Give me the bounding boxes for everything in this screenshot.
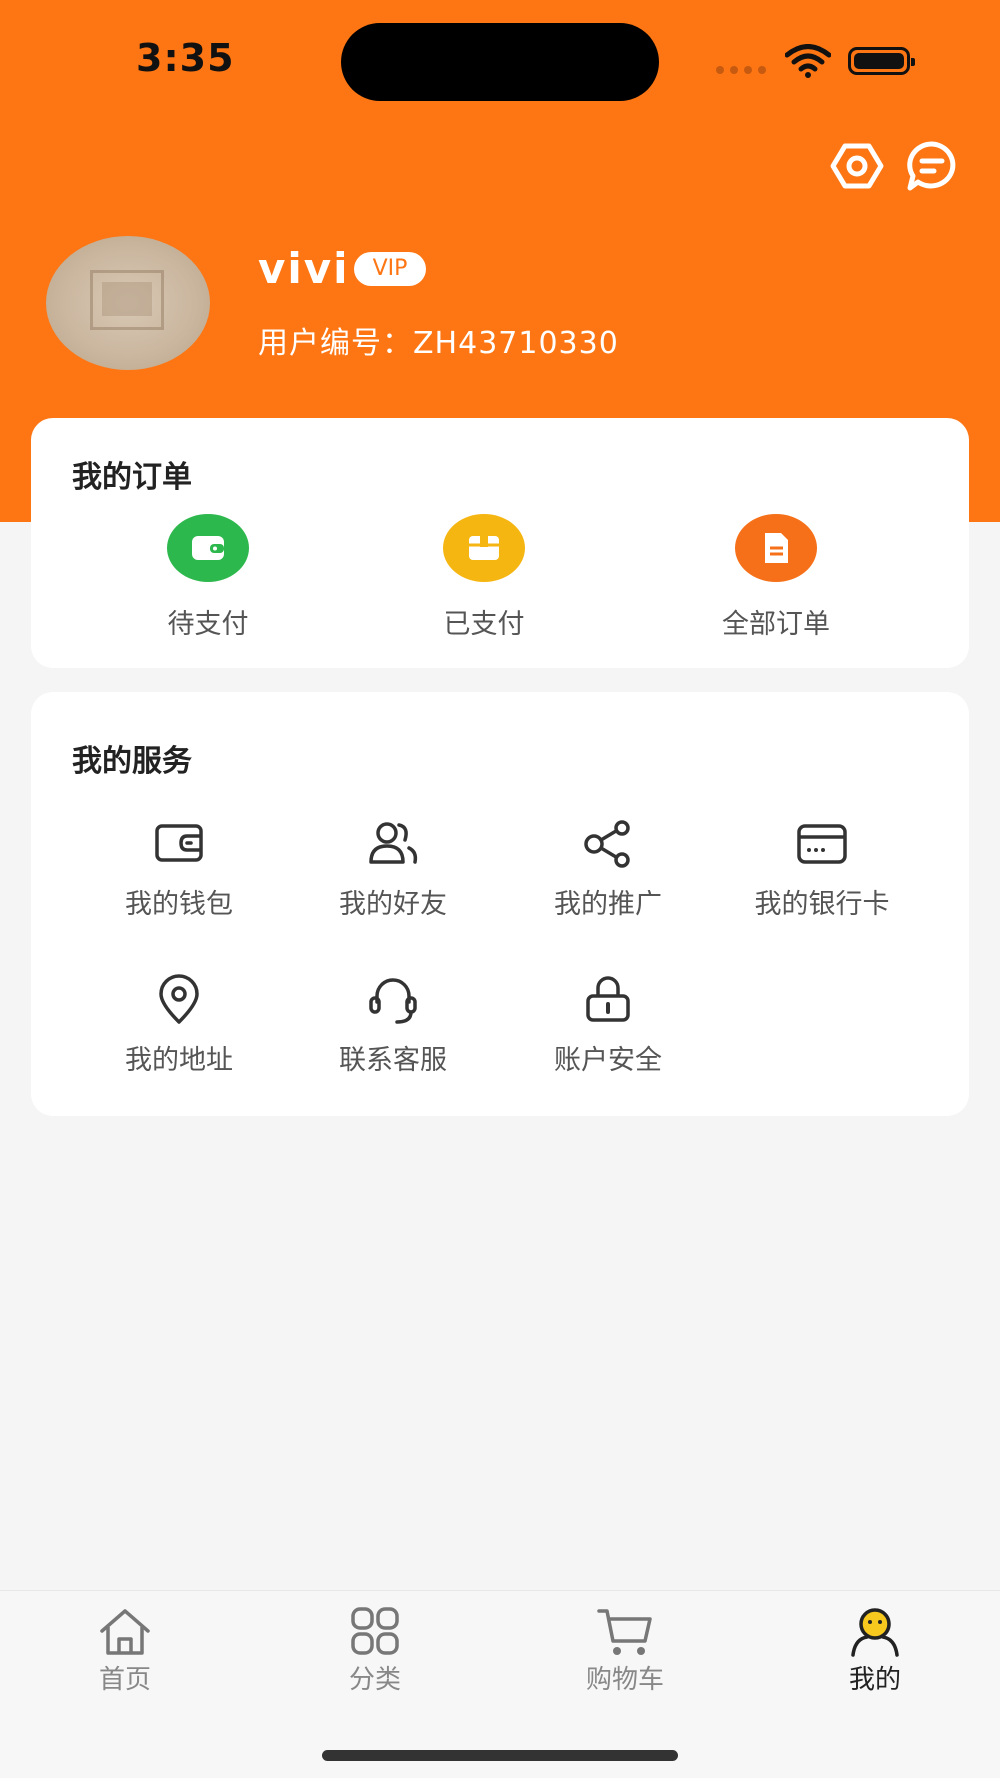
order-label: 全部订单 [722, 609, 830, 640]
service-label: 我的地址 [125, 1045, 233, 1076]
wallet-icon [167, 514, 249, 582]
wallet-icon [151, 816, 207, 872]
category-icon [351, 1607, 399, 1655]
message-icon[interactable] [904, 138, 960, 194]
order-pending-payment[interactable]: 待支付 [128, 514, 288, 641]
service-label: 我的推广 [554, 889, 662, 920]
headset-icon [365, 972, 421, 1028]
share-icon [580, 816, 636, 872]
orders-title: 我的订单 [72, 460, 192, 495]
order-label: 待支付 [167, 609, 249, 640]
services-title: 我的服务 [72, 744, 192, 779]
service-label: 我的钱包 [125, 889, 233, 920]
service-account-security[interactable]: 账户安全 [518, 972, 698, 1077]
document-icon [735, 514, 817, 582]
home-icon [100, 1609, 150, 1655]
service-label: 我的银行卡 [754, 889, 890, 920]
signal-icon [716, 66, 766, 74]
settings-icon[interactable] [829, 138, 885, 194]
order-all[interactable]: 全部订单 [696, 514, 856, 641]
wifi-icon [784, 44, 832, 78]
tab-label: 我的 [848, 1665, 901, 1695]
home-indicator[interactable] [322, 1750, 678, 1761]
tab-label: 首页 [98, 1665, 151, 1695]
location-icon [151, 972, 207, 1028]
profile-icon [851, 1608, 899, 1657]
tab-home[interactable]: 首页 [55, 1607, 195, 1696]
order-label: 已支付 [443, 609, 525, 640]
status-time: 3:35 [136, 36, 235, 80]
tab-profile[interactable]: 我的 [805, 1607, 945, 1696]
tab-label: 分类 [348, 1665, 401, 1695]
friends-icon [365, 816, 421, 872]
service-wallet[interactable]: 我的钱包 [89, 816, 269, 921]
tab-category[interactable]: 分类 [305, 1607, 445, 1696]
service-customer-support[interactable]: 联系客服 [303, 972, 483, 1077]
service-label: 我的好友 [339, 889, 447, 920]
service-address[interactable]: 我的地址 [89, 972, 269, 1077]
avatar[interactable] [46, 236, 210, 370]
service-promotion[interactable]: 我的推广 [518, 816, 698, 921]
cart-icon [597, 1609, 652, 1655]
order-paid[interactable]: 已支付 [404, 514, 564, 641]
orders-card: 我的订单 待支付 已支付 全部订单 [31, 418, 969, 668]
dynamic-island [341, 23, 659, 101]
lock-icon [580, 972, 636, 1028]
bank-card-icon [794, 816, 850, 872]
user-id: 用户编号：ZH43710330 [258, 326, 619, 361]
service-bank-card[interactable]: 我的银行卡 [732, 816, 912, 921]
box-icon [443, 514, 525, 582]
service-friends[interactable]: 我的好友 [303, 816, 483, 921]
battery-icon [848, 47, 915, 75]
username: vivi [258, 244, 350, 293]
service-label: 联系客服 [339, 1045, 447, 1076]
vip-badge: VIP [354, 252, 426, 286]
services-card: 我的服务 我的钱包 我的好友 我的推广 我的银行卡 我的地址 联系客服 账户安全 [31, 692, 969, 1116]
service-label: 账户安全 [554, 1045, 662, 1076]
tab-label: 购物车 [585, 1665, 664, 1695]
tab-cart[interactable]: 购物车 [555, 1607, 695, 1696]
